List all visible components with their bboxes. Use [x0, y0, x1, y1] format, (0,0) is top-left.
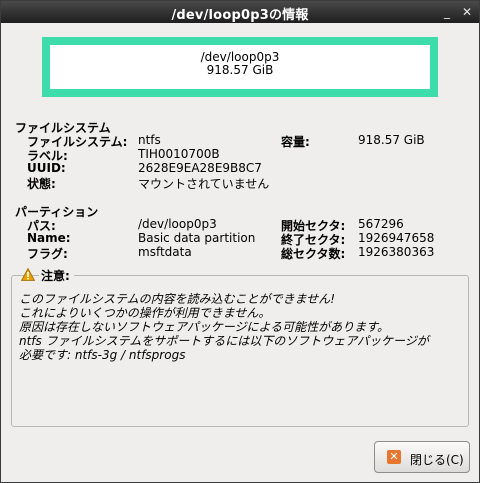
label-value: TIH0010700B: [138, 147, 220, 161]
info-dialog: /dev/loop0p3の情報 _ ✕ /dev/loop0p3 918.57 …: [0, 0, 480, 483]
close-button[interactable]: ✕ 閉じる(C): [374, 441, 470, 473]
start-sector-value: 567296: [358, 217, 404, 231]
warning-message: このファイルシステムの内容を読み込むことができません! これによりいくつかの操作…: [19, 292, 429, 362]
window-title: /dev/loop0p3の情報: [171, 8, 309, 23]
fs-type-value: ntfs: [138, 133, 161, 147]
uuid-label: UUID:: [27, 161, 66, 175]
flags-label: フラグ:: [27, 247, 68, 261]
warning-title: 注意:: [39, 267, 74, 284]
warning-line: ntfs ファイルシステムをサポートするには以下のソフトウェアパッケージが: [19, 334, 429, 348]
device-panel: /dev/loop0p3 918.57 GiB: [42, 37, 438, 97]
warning-line: このファイルシステムの内容を読み込むことができません!: [19, 292, 336, 306]
close-window-icon[interactable]: ✕: [459, 4, 475, 20]
total-sectors-value: 1926380363: [358, 245, 435, 259]
state-value: マウントされていません: [138, 177, 270, 191]
warning-line: 原因は存在しないソフトウェアパッケージによる可能性があります。: [19, 320, 389, 334]
capacity-value: 918.57 GiB: [358, 133, 425, 147]
close-icon: ✕: [387, 450, 401, 464]
name-label: Name:: [27, 231, 71, 245]
device-size: 918.57 GiB: [206, 63, 274, 77]
uuid-value: 2628E9EA28E9B8C7: [138, 161, 262, 175]
capacity-label: 容量:: [281, 135, 310, 149]
minimize-icon[interactable]: _: [439, 4, 455, 20]
total-sectors-label: 総セクタ数:: [281, 247, 346, 261]
end-sector-value: 1926947658: [358, 231, 435, 245]
device-panel-inner: /dev/loop0p3 918.57 GiB: [50, 45, 430, 89]
flags-value: msftdata: [138, 245, 192, 259]
close-button-label: 閉じる(C): [410, 453, 464, 467]
name-value: Basic data partition: [138, 231, 256, 245]
state-label: 状態:: [27, 177, 56, 191]
title-bar[interactable]: /dev/loop0p3の情報 _ ✕: [1, 1, 479, 23]
path-value: /dev/loop0p3: [138, 217, 217, 231]
warning-icon: [21, 268, 35, 281]
warning-line: これによりいくつかの操作が利用できません。: [19, 306, 271, 320]
warning-line: 必要です: ntfs-3g / ntfsprogs: [19, 348, 186, 362]
